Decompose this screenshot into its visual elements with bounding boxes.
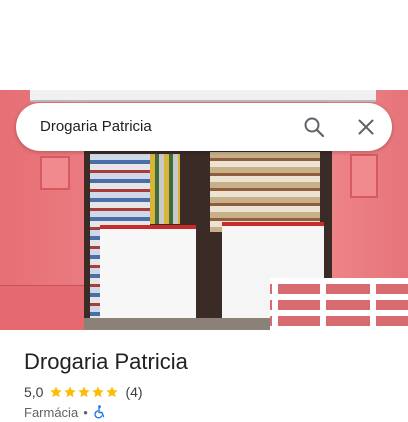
star-icon [106, 386, 119, 398]
star-rating [49, 385, 119, 399]
star-icon [64, 386, 77, 398]
category-label: Farmácia [24, 404, 79, 420]
product-shelf-right [210, 152, 320, 232]
separator-dot: • [83, 404, 88, 420]
railing [270, 278, 408, 330]
star-icon [50, 386, 63, 398]
search-bar[interactable]: Drogaria Patricia [16, 103, 392, 151]
top-beam [30, 90, 376, 102]
wheelchair-icon [94, 405, 104, 419]
counter-left [100, 225, 196, 327]
category-row: Farmácia • [24, 403, 105, 421]
railing-post [272, 278, 278, 330]
search-icon[interactable] [302, 115, 326, 139]
close-icon[interactable] [354, 115, 378, 139]
rating-value: 5,0 [24, 384, 44, 400]
product-shelf-back [150, 154, 180, 224]
star-icon [92, 386, 105, 398]
railing-post [320, 278, 326, 330]
railing-post [370, 278, 376, 330]
search-input[interactable]: Drogaria Patricia [40, 117, 152, 137]
review-count[interactable]: (4) [125, 384, 142, 400]
wall-base [0, 285, 88, 330]
star-icon [78, 386, 91, 398]
place-title: Drogaria Patricia [24, 349, 188, 374]
rating-row[interactable]: 5,0 (4) [24, 382, 143, 402]
wall-sign-left [40, 156, 70, 190]
wall-sign-right [350, 154, 378, 198]
